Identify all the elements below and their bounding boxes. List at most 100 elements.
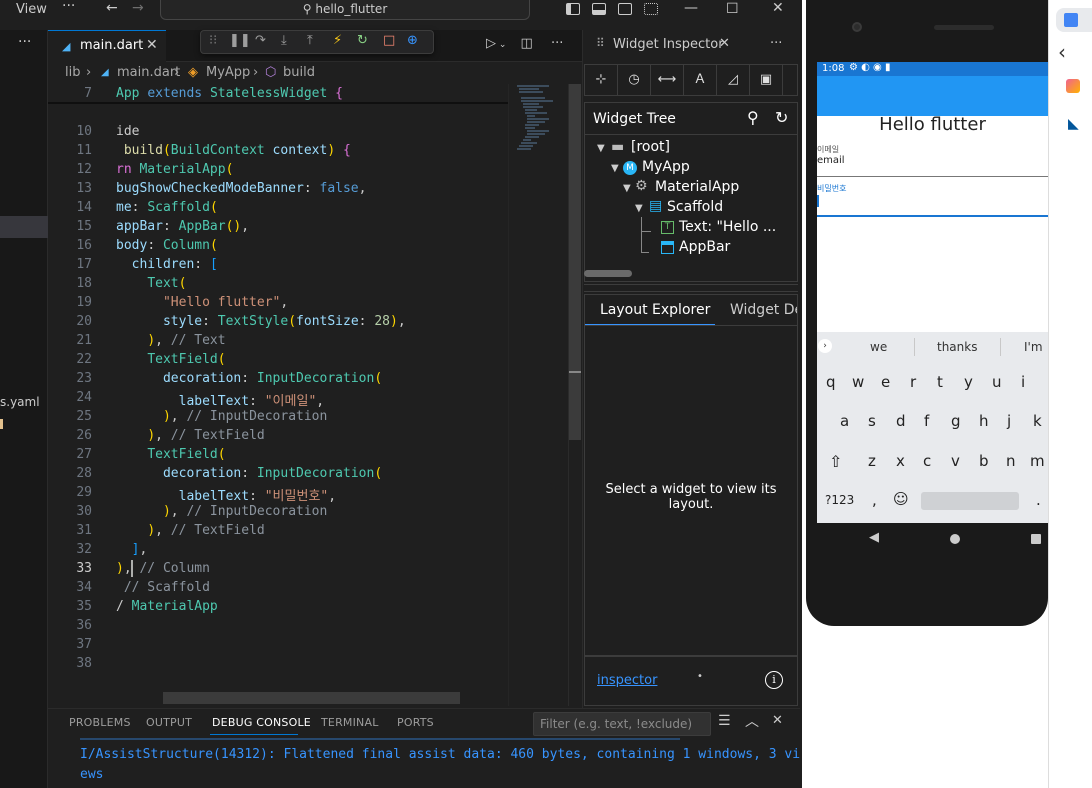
tab-output[interactable]: OUTPUT — [146, 716, 192, 729]
key[interactable]: f — [924, 412, 929, 430]
breadcrumb-class[interactable]: MyApp — [206, 65, 250, 80]
stop-icon[interactable]: □ — [383, 33, 395, 48]
maximize-icon[interactable]: ☐ — [726, 1, 739, 17]
key[interactable]: s — [868, 412, 876, 430]
horizontal-scrollbar[interactable] — [163, 692, 460, 704]
back-arrow-icon[interactable]: ‹ — [1058, 40, 1066, 64]
inspector-more-button[interactable]: ··· — [770, 36, 782, 51]
adjacent-window-tab[interactable] — [1056, 8, 1092, 32]
highlight-repaints-icon[interactable]: ◿ — [717, 65, 750, 95]
close-panel-icon[interactable]: ✕ — [772, 713, 783, 728]
chevron-down-icon[interactable]: ▼ — [611, 163, 619, 174]
panel-splitter[interactable] — [584, 284, 798, 292]
recents-icon[interactable] — [1031, 534, 1041, 544]
open-devtools-icon[interactable]: ⊕ — [407, 33, 418, 48]
tab-main-dart[interactable]: ◢ main.dart ✕ — [48, 30, 166, 62]
key[interactable]: b — [979, 452, 989, 470]
suggestion-item[interactable]: thanks — [937, 340, 977, 354]
key[interactable]: g — [951, 412, 961, 430]
hot-reload-icon[interactable]: ⚡ — [333, 33, 342, 48]
period-key[interactable]: . — [1036, 491, 1041, 509]
show-guidelines-icon[interactable]: ⟷ — [651, 65, 684, 95]
tree-item-text[interactable]: Text: "Hello ... — [679, 219, 776, 235]
key[interactable]: j — [1007, 412, 1011, 430]
customize-layout-icon[interactable] — [644, 3, 658, 15]
tree-item-materialapp[interactable]: MaterialApp — [655, 179, 739, 195]
info-icon[interactable]: i — [765, 671, 783, 689]
menu-view[interactable]: View — [16, 2, 47, 17]
breadcrumb-lib[interactable]: lib — [65, 65, 80, 80]
select-widget-mode-icon[interactable]: ⊹ — [585, 65, 618, 95]
key[interactable]: i — [1021, 373, 1025, 391]
chevron-right-icon[interactable]: › — [818, 339, 832, 353]
tree-item-root[interactable]: [root] — [631, 139, 670, 155]
key[interactable]: r — [910, 373, 916, 391]
breadcrumb-file[interactable]: main.dart — [117, 65, 180, 80]
password-underline[interactable] — [817, 215, 1048, 217]
back-arrow-icon[interactable]: ← — [106, 0, 118, 16]
pause-icon[interactable]: ❚❚ — [229, 33, 251, 48]
key[interactable]: d — [896, 412, 906, 430]
command-center-search[interactable]: ⚲ hello_flutter — [160, 0, 530, 20]
sidebar-more-button[interactable]: ··· — [18, 34, 31, 50]
tree-item-appbar[interactable]: AppBar — [679, 239, 730, 255]
key[interactable]: m — [1030, 452, 1045, 470]
close-tab-icon[interactable]: ✕ — [719, 36, 730, 51]
key[interactable]: q — [826, 373, 836, 391]
key[interactable]: c — [923, 452, 931, 470]
close-window-icon[interactable]: ✕ — [772, 0, 784, 16]
search-icon[interactable]: ⚲ — [747, 108, 759, 127]
comma-key[interactable]: , — [872, 491, 877, 509]
step-over-icon[interactable]: ↷ — [255, 33, 266, 48]
close-tab-icon[interactable]: ✕ — [146, 37, 158, 53]
symbols-key[interactable]: ?123 — [825, 493, 854, 507]
key[interactable]: a — [840, 412, 849, 430]
space-key[interactable] — [921, 492, 1019, 510]
tab-ports[interactable]: PORTS — [397, 716, 434, 729]
tab-layout-explorer[interactable]: Layout Explorer — [585, 295, 715, 325]
chevron-down-icon[interactable]: ▼ — [597, 143, 605, 154]
tab-problems[interactable]: PROBLEMS — [69, 716, 131, 729]
drag-handle-icon[interactable]: ⁝⁝ — [209, 33, 217, 48]
key[interactable]: v — [951, 452, 960, 470]
shift-icon[interactable]: ⇧ — [829, 452, 842, 471]
forward-arrow-icon[interactable]: → — [132, 0, 144, 16]
suggestion-item[interactable]: I'm — [1024, 340, 1043, 354]
vertical-scrollbar-thumb[interactable] — [569, 84, 581, 440]
sidebar-selected-item[interactable] — [0, 216, 48, 238]
suggestion-item[interactable]: we — [870, 340, 887, 354]
key[interactable]: h — [979, 412, 989, 430]
performance-overlay-icon[interactable]: ◷ — [618, 65, 651, 95]
editor-more-button[interactable]: ··· — [551, 36, 563, 51]
tree-item-myapp[interactable]: MyApp — [642, 159, 690, 175]
key[interactable]: e — [881, 373, 890, 391]
tab-widget-details[interactable]: Widget Deta — [730, 302, 797, 318]
key[interactable]: x — [896, 452, 905, 470]
tab-debug-console[interactable]: DEBUG CONSOLE — [212, 716, 311, 729]
tab-terminal[interactable]: TERMINAL — [321, 716, 379, 729]
emoji-icon[interactable]: ☺ — [893, 490, 909, 508]
minimize-icon[interactable]: — — [684, 0, 698, 16]
key[interactable]: u — [992, 373, 1002, 391]
chevron-down-icon[interactable]: ▼ — [635, 203, 643, 214]
toggle-primary-sidebar-icon[interactable] — [566, 3, 580, 15]
key[interactable]: k — [1033, 412, 1042, 430]
code-editor[interactable]: 7 App extends StatelessWidget {10 ide 11 bu… — [48, 84, 508, 706]
tab-widget-inspector[interactable]: ⠿ Widget Inspector ✕ — [582, 30, 742, 60]
email-field-value[interactable]: email — [817, 155, 845, 166]
refresh-icon[interactable]: ↻ — [775, 108, 788, 127]
key[interactable]: y — [964, 373, 973, 391]
back-icon[interactable]: ◀ — [869, 530, 879, 545]
key[interactable]: w — [852, 373, 864, 391]
toggle-panel-icon[interactable] — [592, 3, 606, 15]
key[interactable]: n — [1006, 452, 1016, 470]
home-icon[interactable] — [950, 534, 960, 544]
show-baselines-icon[interactable]: Ａ — [684, 65, 717, 95]
chevron-down-icon[interactable]: ▼ — [623, 183, 631, 194]
restart-icon[interactable]: ↻ — [357, 33, 368, 48]
menu-more-button[interactable]: ··· — [62, 0, 75, 14]
breadcrumb-method[interactable]: build — [283, 65, 315, 80]
step-into-icon[interactable]: ⤓ — [281, 33, 287, 48]
inspector-docs-link[interactable]: inspector — [597, 673, 657, 688]
chevron-up-icon[interactable]: ︿ — [745, 711, 759, 731]
